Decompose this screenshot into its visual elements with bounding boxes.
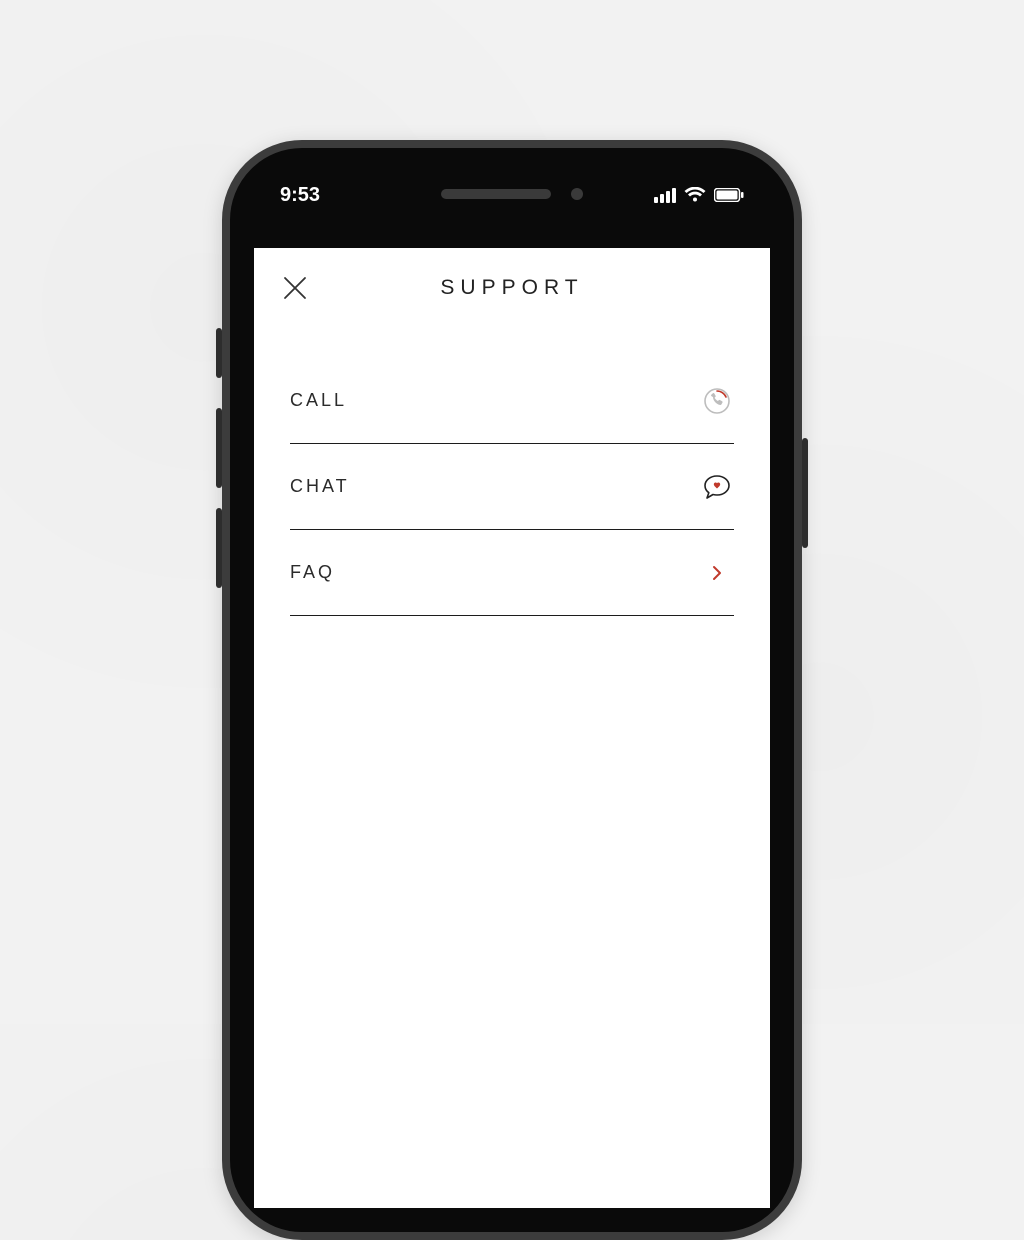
phone-circle-icon — [700, 384, 734, 418]
volume-up-button — [216, 408, 222, 488]
menu-item-label: CALL — [290, 390, 347, 411]
menu-item-call[interactable]: CALL — [290, 358, 734, 444]
power-button — [802, 438, 808, 548]
menu-item-label: CHAT — [290, 476, 350, 497]
page-title: SUPPORT — [440, 276, 583, 300]
phone-mockup: 9:53 SUPPORT CA — [222, 140, 802, 1240]
menu-item-chat[interactable]: CHAT — [290, 444, 734, 530]
wifi-icon — [684, 187, 706, 203]
volume-down-button — [216, 508, 222, 588]
close-icon — [281, 274, 309, 302]
status-time: 9:53 — [280, 184, 320, 207]
chat-bubble-heart-icon — [700, 470, 734, 504]
page-header: SUPPORT — [254, 248, 770, 328]
menu-item-faq[interactable]: FAQ — [290, 530, 734, 616]
close-button[interactable] — [278, 271, 312, 305]
chevron-right-icon — [700, 556, 734, 590]
support-menu: CALL CHAT — [254, 328, 770, 616]
battery-icon — [714, 188, 744, 202]
app-screen: SUPPORT CALL CHAT — [254, 248, 770, 1208]
cellular-signal-icon — [654, 188, 676, 203]
status-bar: 9:53 — [230, 180, 794, 210]
side-button — [216, 328, 222, 378]
menu-item-label: FAQ — [290, 562, 335, 583]
